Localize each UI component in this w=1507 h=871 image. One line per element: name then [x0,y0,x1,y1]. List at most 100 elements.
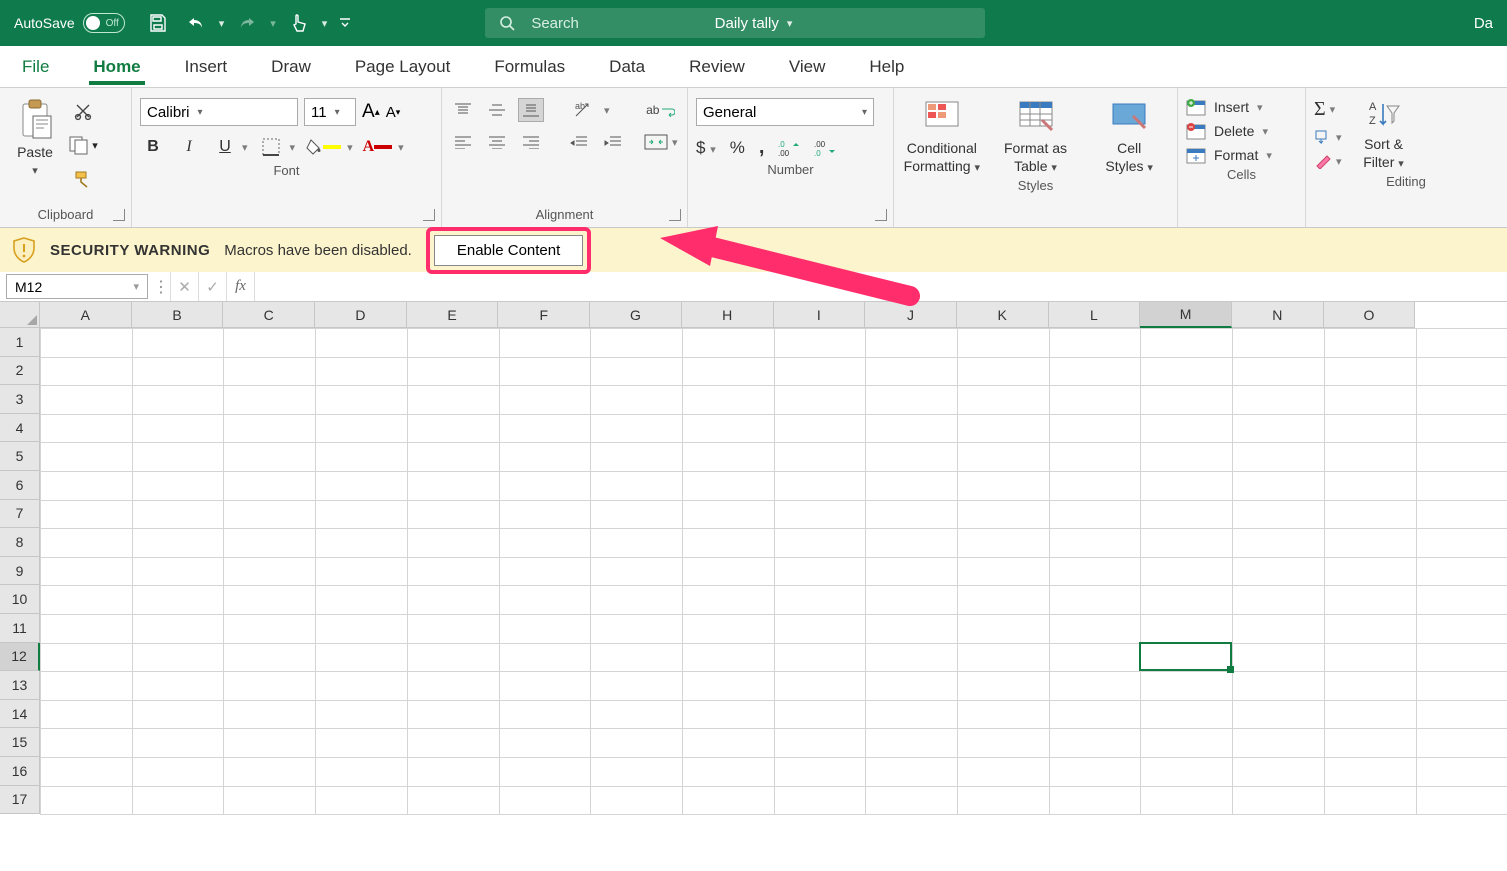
cell-styles-button[interactable]: CellStyles ▾ [1089,96,1169,175]
format-painter-icon[interactable] [68,166,98,192]
row-header[interactable]: 2 [0,357,40,386]
decrease-font-icon[interactable]: A▾ [386,104,401,121]
redo-icon[interactable] [232,8,262,38]
row-header[interactable]: 13 [0,671,40,700]
column-header[interactable]: N [1232,302,1324,328]
touch-dropdown-icon[interactable]: ▾ [322,17,328,30]
fill-color-dropdown-icon[interactable]: ▾ [347,141,353,154]
tab-formulas[interactable]: Formulas [490,49,569,85]
align-middle-icon[interactable] [484,98,510,122]
row-header[interactable]: 6 [0,471,40,500]
comma-format-icon[interactable]: , [759,136,765,159]
conditional-formatting-button[interactable]: ConditionalFormatting ▾ [902,96,982,175]
row-header[interactable]: 10 [0,585,40,614]
row-header[interactable]: 16 [0,757,40,786]
align-center-icon[interactable] [484,130,510,154]
cells-area[interactable] [40,328,1507,814]
dialog-launcher-icon[interactable] [423,209,435,221]
cut-icon[interactable] [68,98,98,124]
tab-insert[interactable]: Insert [181,49,232,85]
align-left-icon[interactable] [450,130,476,154]
increase-decimal-icon[interactable]: .0.00 [778,139,800,157]
font-size-combo[interactable]: 11▾ [304,98,356,126]
italic-button[interactable]: I [176,134,202,160]
fill-handle[interactable] [1227,666,1234,673]
borders-dropdown-icon[interactable]: ▾ [290,141,296,154]
row-header[interactable]: 14 [0,700,40,729]
autosave-toggle[interactable]: AutoSave Off [14,13,125,33]
percent-format-icon[interactable]: % [730,138,745,158]
row-header[interactable]: 15 [0,728,40,757]
accounting-format-icon[interactable]: $ ▾ [696,138,716,158]
tab-file[interactable]: File [18,49,53,85]
tab-help[interactable]: Help [865,49,908,85]
touch-mode-icon[interactable] [284,8,314,38]
sort-filter-button[interactable]: AZ Sort &Filter ▾ [1352,98,1416,171]
row-header[interactable]: 1 [0,328,40,357]
row-header[interactable]: 7 [0,500,40,529]
redo-dropdown-icon[interactable]: ▾ [270,17,276,30]
underline-dropdown-icon[interactable]: ▾ [242,141,248,154]
column-header[interactable]: D [315,302,407,328]
column-header[interactable]: E [407,302,499,328]
dialog-launcher-icon[interactable] [875,209,887,221]
select-all-corner[interactable] [0,302,40,328]
selected-cell[interactable] [1139,642,1232,672]
tab-review[interactable]: Review [685,49,749,85]
wrap-text-icon[interactable]: ab [644,98,678,122]
increase-font-icon[interactable]: A▴ [362,101,380,123]
align-right-icon[interactable] [518,130,544,154]
insert-function-icon[interactable]: fx [226,272,254,301]
enter-formula-icon[interactable]: ✓ [198,272,226,301]
tab-page-layout[interactable]: Page Layout [351,49,454,85]
increase-indent-icon[interactable] [600,130,626,154]
toggle-switch[interactable]: Off [83,13,125,33]
column-header[interactable]: B [132,302,224,328]
row-header[interactable]: 8 [0,528,40,557]
paste-button[interactable]: Paste ▾ [8,92,62,177]
orientation-icon[interactable]: ab [570,98,596,122]
decrease-indent-icon[interactable] [566,130,592,154]
cancel-formula-icon[interactable]: ✕ [170,272,198,301]
bold-button[interactable]: B [140,134,166,160]
underline-button[interactable]: U [212,134,238,160]
align-bottom-icon[interactable] [518,98,544,122]
tab-view[interactable]: View [785,49,830,85]
format-cells-button[interactable]: Format ▾ [1186,146,1297,164]
tab-data[interactable]: Data [605,49,649,85]
clear-icon[interactable]: ▾ [1314,153,1342,169]
column-header[interactable]: C [223,302,315,328]
undo-dropdown-icon[interactable]: ▾ [219,17,225,30]
workbook-title[interactable]: Daily tally ▾ [715,15,793,32]
font-color-icon[interactable]: A [363,134,393,160]
column-header[interactable]: K [957,302,1049,328]
row-header[interactable]: 12 [0,643,40,672]
dialog-launcher-icon[interactable] [113,209,125,221]
column-header[interactable]: A [40,302,132,328]
number-format-combo[interactable]: General▾ [696,98,874,126]
row-header[interactable]: 9 [0,557,40,586]
fill-icon[interactable]: ▾ [1314,129,1342,145]
row-header[interactable]: 5 [0,442,40,471]
copy-icon[interactable]: ▾ [68,132,98,158]
row-header[interactable]: 17 [0,786,40,815]
undo-icon[interactable] [181,8,211,38]
insert-cells-button[interactable]: Insert ▾ [1186,98,1297,116]
tab-home[interactable]: Home [89,49,144,85]
merge-center-icon[interactable]: ▾ [644,130,678,154]
chevron-down-icon[interactable]: ▾ [133,280,139,293]
save-icon[interactable] [143,8,173,38]
enable-content-button[interactable]: Enable Content [434,235,583,266]
name-box[interactable]: M12 ▾ [6,274,148,299]
row-header[interactable]: 4 [0,414,40,443]
format-as-table-button[interactable]: Format asTable ▾ [996,96,1076,175]
borders-icon[interactable] [258,134,284,160]
column-header[interactable]: O [1324,302,1416,328]
font-color-dropdown-icon[interactable]: ▾ [398,141,404,154]
fill-color-icon[interactable] [305,134,341,160]
autosum-icon[interactable]: Σ ▾ [1314,98,1342,121]
align-top-icon[interactable] [450,98,476,122]
customize-qat-icon[interactable] [335,8,355,38]
row-header[interactable]: 3 [0,385,40,414]
column-header[interactable]: L [1049,302,1141,328]
